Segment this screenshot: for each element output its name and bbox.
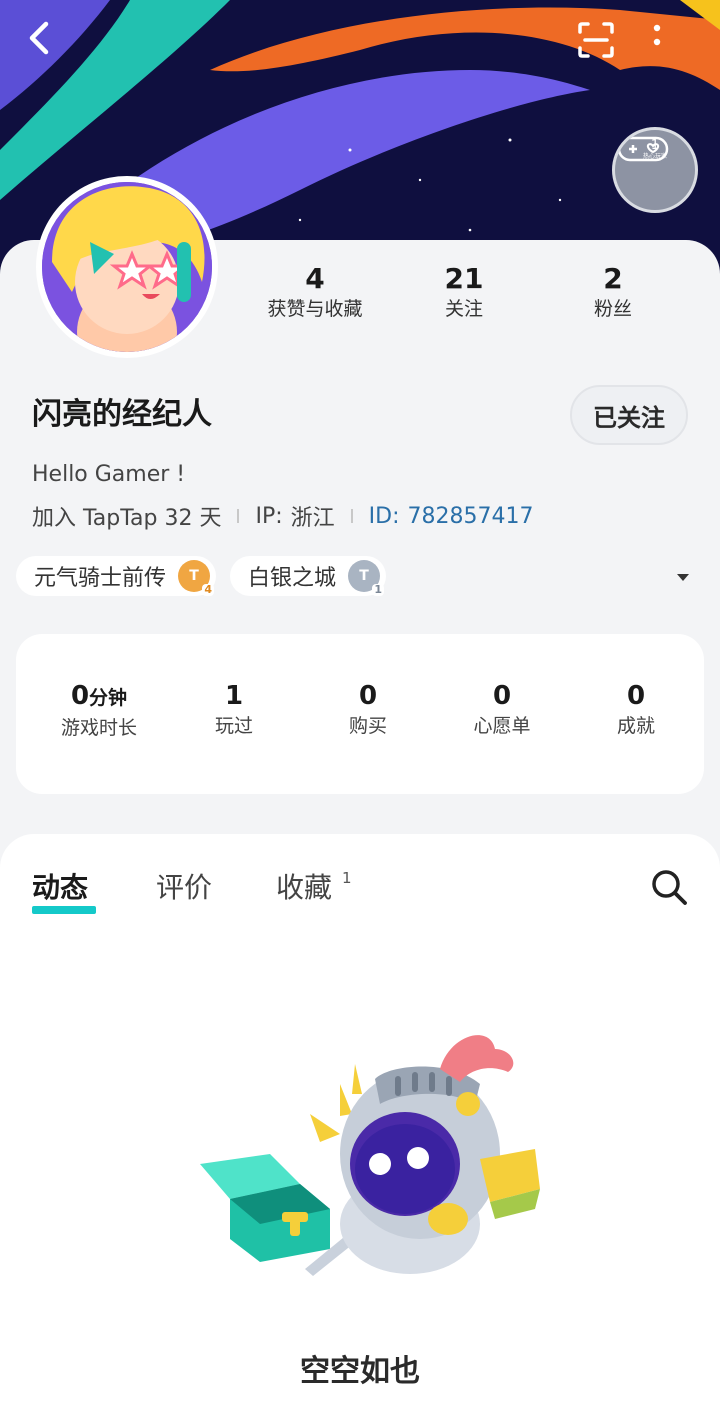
likes-label: 获赞与收藏 (267, 298, 363, 320)
bio: Hello Gamer ! (32, 462, 186, 487)
more-button[interactable] (652, 20, 692, 68)
purchased-value: 0 (358, 681, 378, 711)
player-medal-badge[interactable]: 1 热心玩家 (612, 127, 698, 213)
ip-location: 浙江 (290, 506, 335, 531)
game-tag-name: 白银之城 (248, 566, 337, 591)
profile-meta: 加入 TapTap 32 天 IP: 浙江 ID: 782857417 (32, 500, 533, 532)
game-tag-name: 元气骑士前传 (34, 566, 167, 591)
username: 闪亮的经纪人 (32, 397, 212, 432)
played-value: 1 (224, 681, 244, 711)
game-level: 1 (372, 583, 385, 596)
id-label: ID: (368, 503, 400, 529)
user-id[interactable]: 782857417 (408, 504, 534, 529)
divider (350, 509, 353, 523)
playtime-stat[interactable]: 0分钟 游戏时长 (32, 680, 166, 742)
achievements-value: 0 (626, 681, 646, 711)
tab-activity[interactable]: 动态 (32, 868, 88, 908)
avatar-image (42, 182, 212, 352)
purchased-label: 购买 (348, 715, 387, 737)
following-label: 关注 (444, 298, 483, 320)
empty-state-illustration (200, 1035, 540, 1276)
scan-icon (578, 22, 614, 58)
tab-reviews[interactable]: 评价 (156, 868, 212, 908)
avatar[interactable] (36, 176, 218, 358)
wishlist-label: 心愿单 (473, 715, 531, 737)
caret-down-icon[interactable] (672, 566, 694, 588)
playtime-label: 游戏时长 (60, 717, 137, 739)
tab-label: 收藏 (276, 871, 333, 904)
join-duration: 加入 TapTap 32 天 (32, 506, 222, 531)
more-vertical-icon (653, 24, 661, 46)
tab-count: 1 (342, 869, 352, 887)
active-tab-indicator (32, 906, 96, 914)
chevron-left-icon (29, 21, 49, 55)
game-level: 4 (202, 583, 215, 596)
likes-count: 4 (305, 262, 325, 295)
achievements-stat[interactable]: 0 成就 (569, 680, 703, 740)
wishlist-stat[interactable]: 0 心愿单 (435, 680, 569, 740)
followers-label: 粉丝 (593, 298, 632, 320)
following-button[interactable]: 已关注 (570, 385, 688, 445)
following-count: 21 (444, 262, 484, 295)
followers-count: 2 (603, 262, 623, 295)
played-label: 玩过 (214, 715, 253, 737)
tab-label: 评价 (156, 871, 213, 904)
scan-button[interactable] (576, 20, 624, 68)
game-tag[interactable]: 白银之城 T1 (230, 556, 387, 596)
game-tag[interactable]: 元气骑士前传 T4 (16, 556, 217, 596)
game-level-icon: T1 (348, 560, 385, 596)
empty-state-text: 空空如也 (300, 1354, 420, 1389)
divider (237, 509, 240, 523)
playtime-unit: 分钟 (89, 687, 128, 709)
social-stats: 4 获赞与收藏 21 关注 2 粉丝 (240, 262, 700, 332)
following-stat[interactable]: 21 关注 (389, 262, 539, 322)
back-button[interactable] (24, 20, 72, 68)
gamepad-icon (617, 136, 669, 162)
content-card: 动态 评价 收藏 1 空空如也 (0, 834, 720, 1420)
ip-label: IP: (255, 503, 283, 529)
purchased-stat[interactable]: 0 购买 (301, 680, 435, 740)
followers-stat[interactable]: 2 粉丝 (538, 262, 688, 322)
game-level-icon: T4 (178, 560, 215, 596)
wishlist-value: 0 (492, 681, 512, 711)
likes-stat[interactable]: 4 获赞与收藏 (240, 262, 390, 322)
tab-favorites[interactable]: 收藏 1 (276, 868, 352, 912)
game-tags: 元气骑士前传 T4 白银之城 T1 (16, 556, 387, 598)
played-stat[interactable]: 1 玩过 (167, 680, 301, 740)
game-stats-card: 0分钟 游戏时长 1 玩过 0 购买 0 心愿单 0 成就 (16, 634, 704, 794)
achievements-label: 成就 (616, 715, 655, 737)
tab-label: 动态 (32, 871, 89, 904)
playtime-value: 0 (70, 681, 90, 711)
search-icon[interactable] (648, 866, 690, 908)
